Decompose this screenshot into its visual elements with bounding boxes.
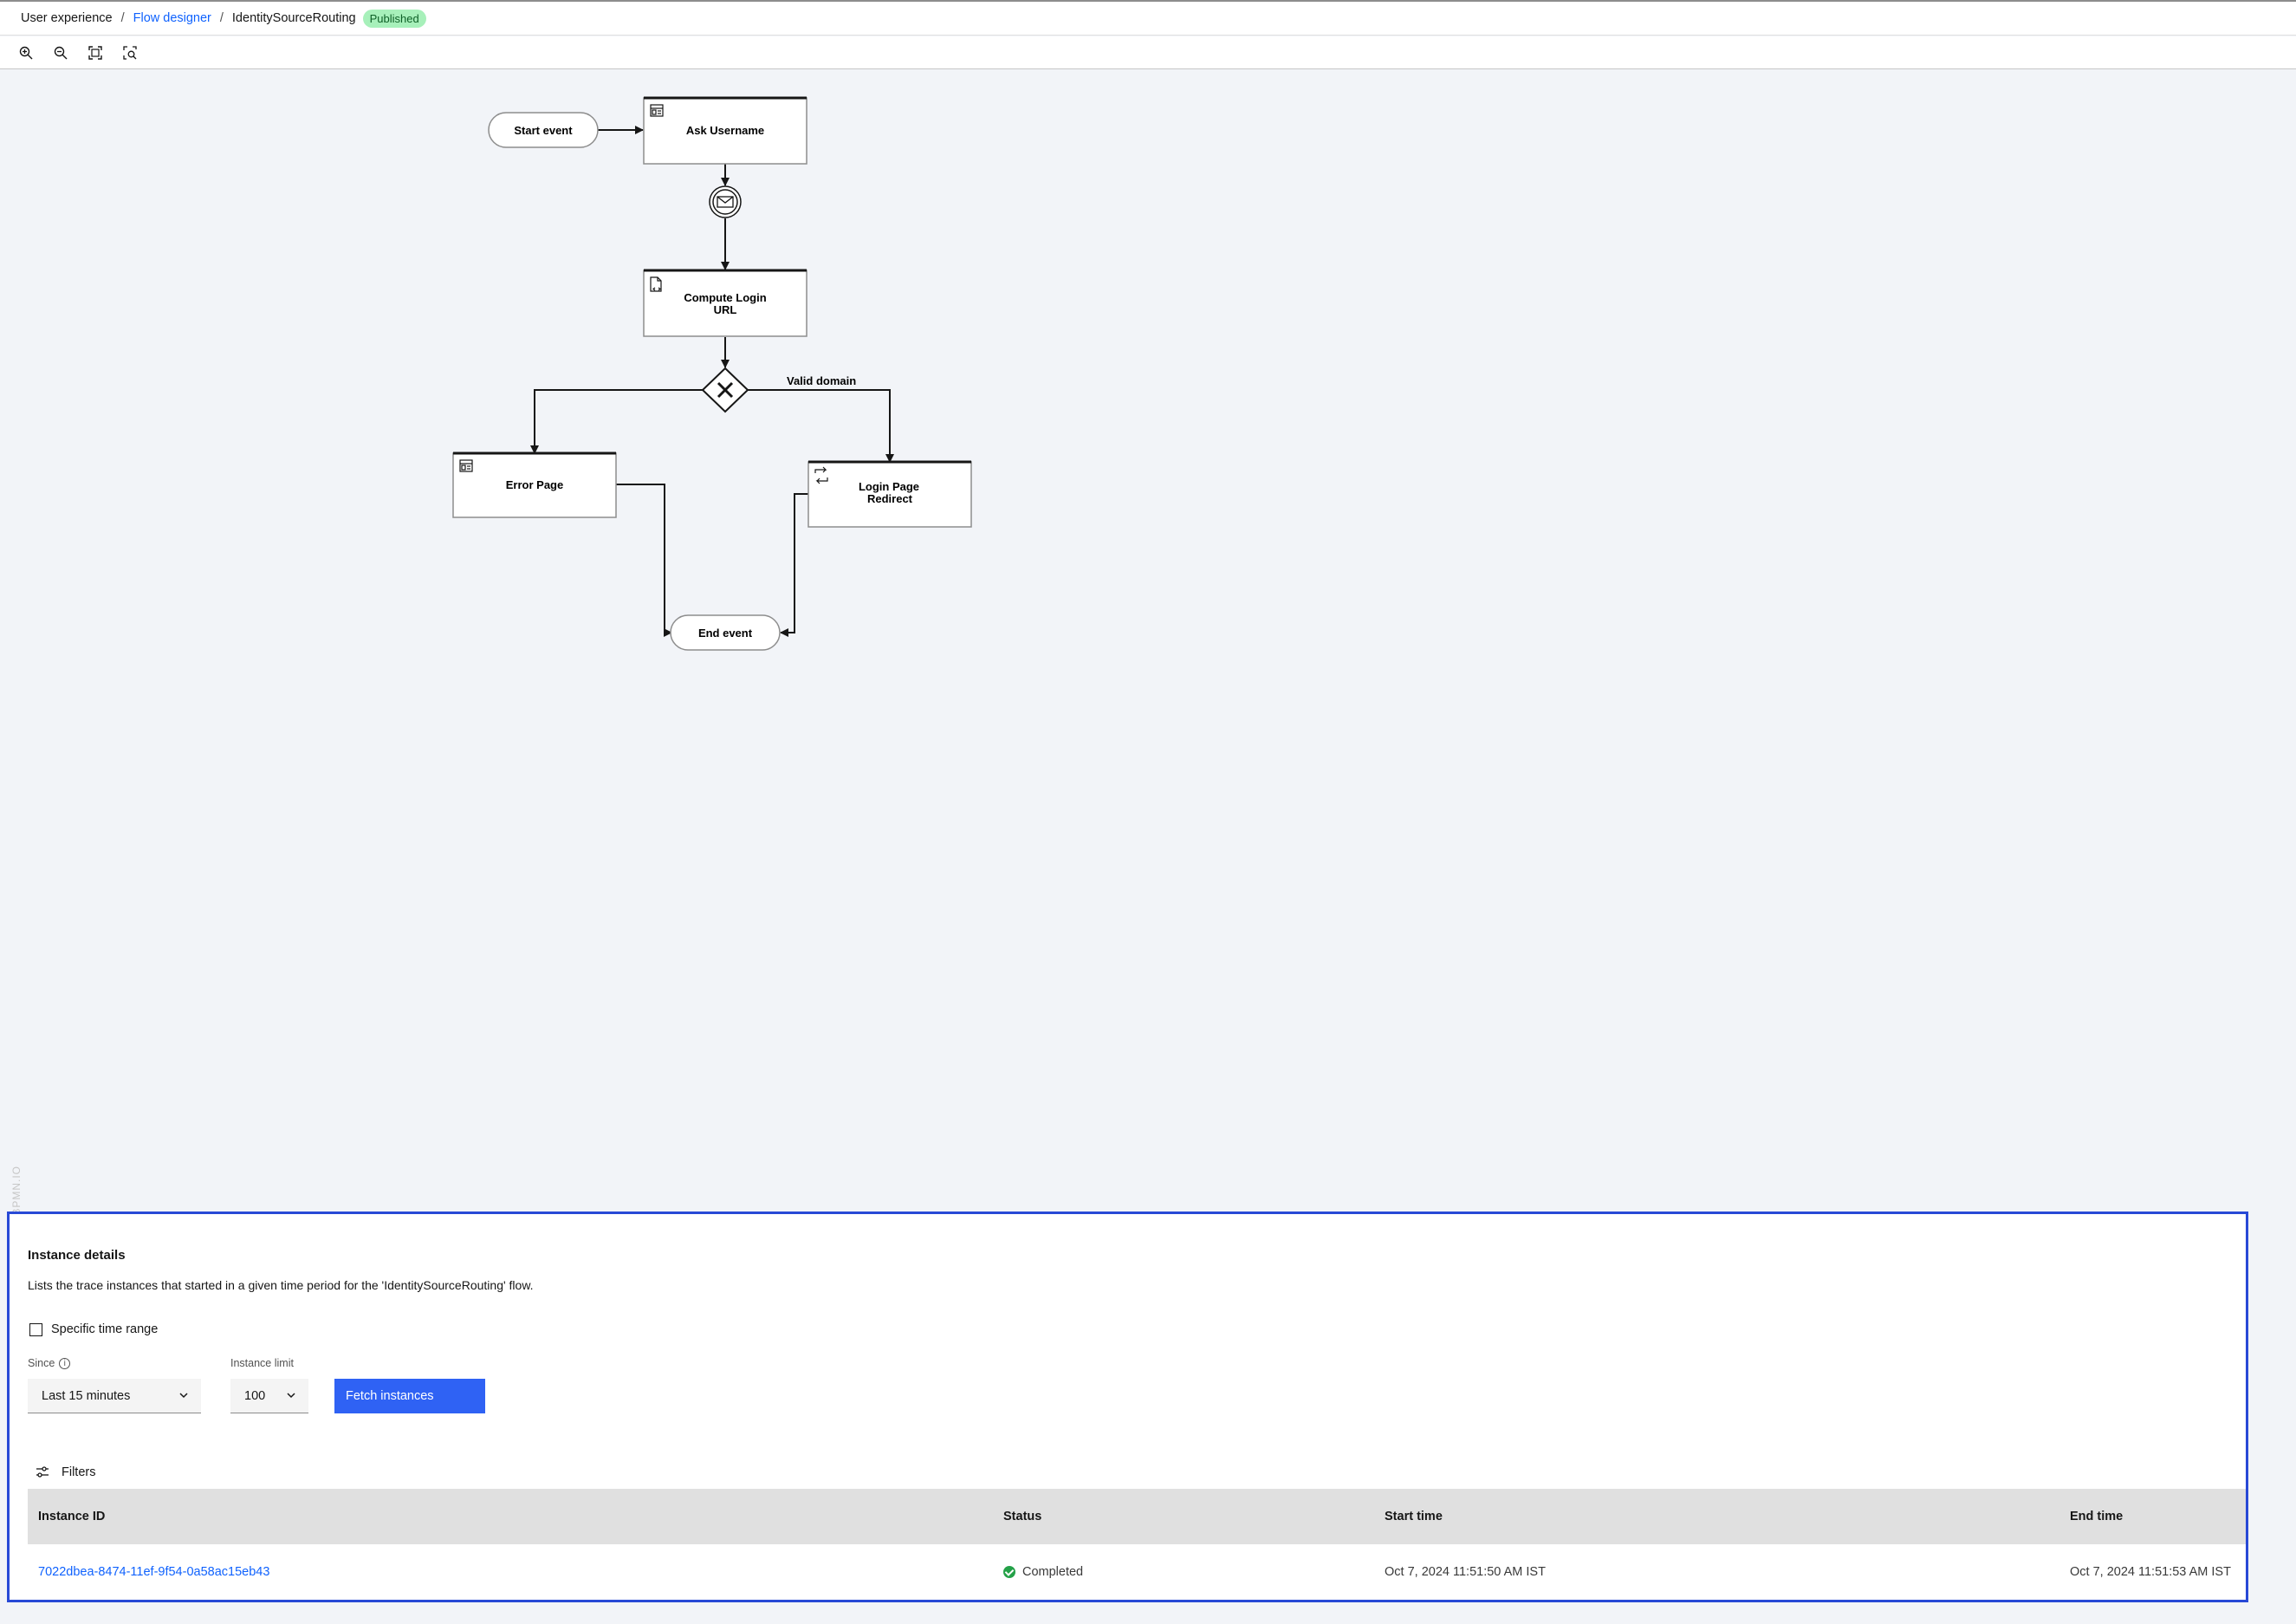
message-event[interactable] [709, 185, 742, 218]
zoom-area-icon [123, 45, 137, 60]
task-login-label-line2: Redirect [867, 492, 913, 505]
connection-gateway-to-error[interactable] [530, 389, 703, 454]
table-row[interactable]: 7022dbea-8474-11ef-9f54-0a58ac15eb43 Com… [28, 1544, 2246, 1600]
since-label-row: Since i [28, 1357, 71, 1369]
column-header-end-time[interactable]: End time [2070, 1510, 2123, 1523]
fit-to-screen-button[interactable] [78, 36, 113, 69]
task-error-page[interactable]: Error Page [452, 451, 617, 518]
specific-time-range-toggle[interactable]: Specific time range [29, 1322, 158, 1336]
start-event-label: Start event [514, 124, 573, 137]
fetch-instances-button[interactable]: Fetch instances [334, 1379, 485, 1413]
connection-login-to-end[interactable] [780, 493, 808, 637]
start-time-cell: Oct 7, 2024 11:51:50 AM IST [1385, 1565, 1546, 1579]
breadcrumb-flow-designer[interactable]: Flow designer [133, 11, 211, 25]
status-text: Completed [1022, 1565, 1084, 1579]
flow-canvas[interactable]: Start event Ask Username Compute Login U… [0, 70, 2296, 1214]
task-ask-username-label: Ask Username [686, 124, 764, 137]
end-event[interactable]: End event [670, 614, 781, 651]
instance-details-panel: Instance details Lists the trace instanc… [7, 1212, 2248, 1602]
status-cell: Completed [1003, 1565, 1083, 1579]
end-time-cell: Oct 7, 2024 11:51:53 AM IST [2070, 1565, 2231, 1579]
instance-limit-value: 100 [244, 1388, 266, 1403]
bpmn-diagram: Start event Ask Username Compute Login U… [452, 96, 972, 651]
column-header-status[interactable]: Status [1003, 1510, 1041, 1523]
zoom-out-button[interactable] [43, 36, 78, 69]
zoom-in-icon [19, 46, 33, 59]
instance-limit-label: Instance limit [230, 1357, 294, 1369]
zoom-in-button[interactable] [9, 36, 43, 69]
column-header-start-time[interactable]: Start time [1385, 1510, 1443, 1523]
canvas-toolbar [0, 36, 2296, 69]
start-event[interactable]: Start event [488, 112, 599, 148]
filters-button[interactable]: Filters [36, 1465, 95, 1479]
bpmn-watermark: BPMN.IO [10, 1166, 23, 1216]
fit-to-screen-icon [88, 45, 102, 60]
task-compute-label-line2: URL [714, 303, 737, 316]
instance-id-link[interactable]: 7022dbea-8474-11ef-9f54-0a58ac15eb43 [38, 1565, 269, 1579]
breadcrumb-separator: / [219, 11, 224, 25]
envelope-icon [717, 196, 734, 208]
since-label: Since [28, 1357, 55, 1369]
specific-time-range-checkbox[interactable] [29, 1322, 42, 1336]
status-badge: Published [362, 9, 426, 28]
gateway-condition-label: Valid domain [787, 374, 856, 387]
exclusive-gateway[interactable] [701, 367, 749, 413]
task-ask-username[interactable]: Ask Username [643, 96, 807, 165]
zoom-out-icon [54, 46, 68, 59]
panel-description: Lists the trace instances that started i… [28, 1278, 534, 1292]
zoom-area-button[interactable] [113, 36, 147, 69]
task-login-label-line1: Login Page [859, 480, 919, 493]
breadcrumb: User experience / Flow designer / Identi… [0, 2, 2296, 36]
chevron-down-icon [179, 1393, 188, 1399]
since-dropdown[interactable]: Last 15 minutes [28, 1379, 201, 1413]
panel-title: Instance details [28, 1248, 126, 1263]
task-compute-label-line1: Compute Login [684, 291, 766, 304]
breadcrumb-user-experience[interactable]: User experience [21, 11, 113, 25]
specific-time-range-label: Specific time range [51, 1322, 159, 1336]
column-header-instance-id[interactable]: Instance ID [38, 1510, 105, 1523]
info-icon[interactable]: i [59, 1357, 71, 1369]
checkmark-circle-icon [1003, 1566, 1015, 1578]
connection-error-to-end[interactable] [616, 484, 672, 637]
since-value: Last 15 minutes [42, 1388, 131, 1403]
chevron-down-icon [287, 1393, 295, 1399]
filters-label: Filters [62, 1465, 96, 1479]
task-error-page-label: Error Page [506, 478, 563, 491]
instance-limit-dropdown[interactable]: 100 [230, 1379, 308, 1413]
table-header: Instance ID Status Start time End time [28, 1489, 2246, 1544]
connection-gateway-to-login[interactable] [748, 389, 894, 463]
breadcrumb-current-flow: IdentitySourceRouting [231, 11, 356, 25]
task-login-page-redirect[interactable]: Login Page Redirect [807, 460, 972, 528]
task-compute-login-url[interactable]: Compute Login URL [643, 269, 807, 337]
breadcrumb-separator: / [120, 11, 125, 25]
end-event-label: End event [698, 627, 753, 640]
filter-sliders-icon [36, 1466, 49, 1478]
